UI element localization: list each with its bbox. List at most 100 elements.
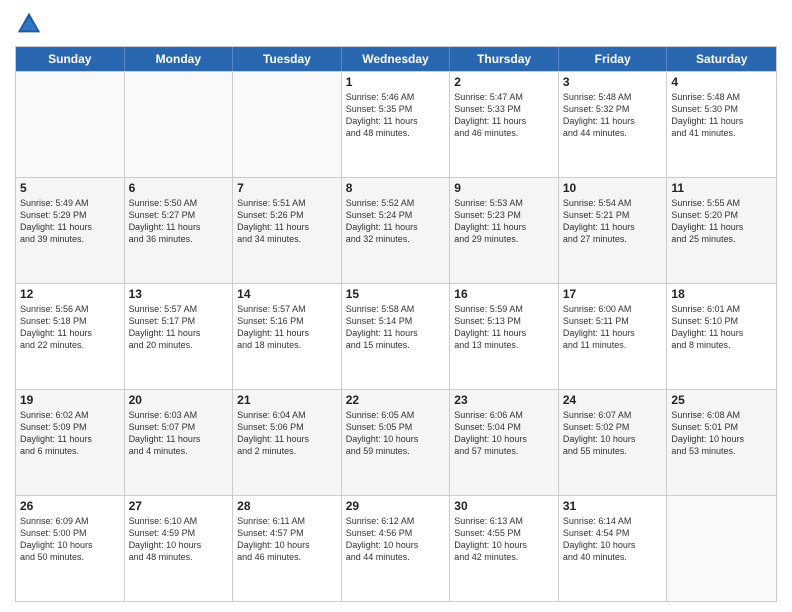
calendar-row-2: 12 Sunrise: 5:56 AM Sunset: 5:18 PM Dayli… (16, 283, 776, 389)
day-cell-15: 15 Sunrise: 5:58 AM Sunset: 5:14 PM Dayli… (342, 284, 451, 389)
day-info: Sunrise: 5:57 AM Sunset: 5:17 PM Dayligh… (129, 303, 229, 352)
day-number: 6 (129, 181, 229, 195)
day-number: 12 (20, 287, 120, 301)
day-number: 25 (671, 393, 772, 407)
day-cell-23: 23 Sunrise: 6:06 AM Sunset: 5:04 PM Dayli… (450, 390, 559, 495)
day-info: Sunrise: 6:14 AM Sunset: 4:54 PM Dayligh… (563, 515, 663, 564)
day-number: 11 (671, 181, 772, 195)
day-cell-4: 4 Sunrise: 5:48 AM Sunset: 5:30 PM Daylig… (667, 72, 776, 177)
day-cell-12: 12 Sunrise: 5:56 AM Sunset: 5:18 PM Dayli… (16, 284, 125, 389)
day-number: 30 (454, 499, 554, 513)
weekday-header-saturday: Saturday (667, 47, 776, 71)
day-number: 20 (129, 393, 229, 407)
day-number: 13 (129, 287, 229, 301)
day-cell-14: 14 Sunrise: 5:57 AM Sunset: 5:16 PM Dayli… (233, 284, 342, 389)
day-info: Sunrise: 5:47 AM Sunset: 5:33 PM Dayligh… (454, 91, 554, 140)
day-info: Sunrise: 6:12 AM Sunset: 4:56 PM Dayligh… (346, 515, 446, 564)
day-number: 15 (346, 287, 446, 301)
day-info: Sunrise: 6:13 AM Sunset: 4:55 PM Dayligh… (454, 515, 554, 564)
day-info: Sunrise: 6:06 AM Sunset: 5:04 PM Dayligh… (454, 409, 554, 458)
day-cell-31: 31 Sunrise: 6:14 AM Sunset: 4:54 PM Dayli… (559, 496, 668, 601)
day-info: Sunrise: 6:05 AM Sunset: 5:05 PM Dayligh… (346, 409, 446, 458)
calendar-row-0: 1Sunrise: 5:46 AM Sunset: 5:35 PM Daylig… (16, 71, 776, 177)
day-info: Sunrise: 5:56 AM Sunset: 5:18 PM Dayligh… (20, 303, 120, 352)
day-info: Sunrise: 6:02 AM Sunset: 5:09 PM Dayligh… (20, 409, 120, 458)
day-cell-24: 24 Sunrise: 6:07 AM Sunset: 5:02 PM Dayli… (559, 390, 668, 495)
day-number: 31 (563, 499, 663, 513)
day-cell-28: 28Sunrise: 6:11 AM Sunset: 4:57 PM Dayli… (233, 496, 342, 601)
day-info: Sunrise: 5:59 AM Sunset: 5:13 PM Dayligh… (454, 303, 554, 352)
day-cell-5: 5 Sunrise: 5:49 AM Sunset: 5:29 PM Daylig… (16, 178, 125, 283)
day-info: Sunrise: 6:10 AM Sunset: 4:59 PM Dayligh… (129, 515, 229, 564)
day-number: 24 (563, 393, 663, 407)
day-cell-11: 11Sunrise: 5:55 AM Sunset: 5:20 PM Dayli… (667, 178, 776, 283)
day-cell-10: 10 Sunrise: 5:54 AM Sunset: 5:21 PM Dayli… (559, 178, 668, 283)
weekday-header-monday: Monday (125, 47, 234, 71)
day-cell-13: 13 Sunrise: 5:57 AM Sunset: 5:17 PM Dayli… (125, 284, 234, 389)
day-number: 5 (20, 181, 120, 195)
day-cell-22: 22 Sunrise: 6:05 AM Sunset: 5:05 PM Dayli… (342, 390, 451, 495)
day-number: 7 (237, 181, 337, 195)
day-info: Sunrise: 5:46 AM Sunset: 5:35 PM Dayligh… (346, 91, 446, 140)
day-number: 19 (20, 393, 120, 407)
day-cell-19: 19 Sunrise: 6:02 AM Sunset: 5:09 PM Dayli… (16, 390, 125, 495)
day-cell-25: 25Sunrise: 6:08 AM Sunset: 5:01 PM Dayli… (667, 390, 776, 495)
calendar: SundayMondayTuesdayWednesdayThursdayFrid… (15, 46, 777, 602)
day-cell-1: 1Sunrise: 5:46 AM Sunset: 5:35 PM Daylig… (342, 72, 451, 177)
weekday-header-thursday: Thursday (450, 47, 559, 71)
weekday-header-friday: Friday (559, 47, 668, 71)
calendar-body: 1Sunrise: 5:46 AM Sunset: 5:35 PM Daylig… (16, 71, 776, 601)
day-number: 17 (563, 287, 663, 301)
day-number: 10 (563, 181, 663, 195)
day-number: 28 (237, 499, 337, 513)
logo (15, 10, 47, 38)
day-info: Sunrise: 6:03 AM Sunset: 5:07 PM Dayligh… (129, 409, 229, 458)
day-info: Sunrise: 5:58 AM Sunset: 5:14 PM Dayligh… (346, 303, 446, 352)
day-cell-29: 29 Sunrise: 6:12 AM Sunset: 4:56 PM Dayli… (342, 496, 451, 601)
weekday-header-tuesday: Tuesday (233, 47, 342, 71)
day-number: 9 (454, 181, 554, 195)
day-number: 16 (454, 287, 554, 301)
header (15, 10, 777, 38)
day-number: 4 (671, 75, 772, 89)
day-number: 18 (671, 287, 772, 301)
logo-icon (15, 10, 43, 38)
calendar-header: SundayMondayTuesdayWednesdayThursdayFrid… (16, 47, 776, 71)
weekday-header-wednesday: Wednesday (342, 47, 451, 71)
day-cell-6: 6Sunrise: 5:50 AM Sunset: 5:27 PM Daylig… (125, 178, 234, 283)
day-info: Sunrise: 5:48 AM Sunset: 5:30 PM Dayligh… (671, 91, 772, 140)
day-info: Sunrise: 6:09 AM Sunset: 5:00 PM Dayligh… (20, 515, 120, 564)
day-cell-21: 21Sunrise: 6:04 AM Sunset: 5:06 PM Dayli… (233, 390, 342, 495)
day-info: Sunrise: 6:01 AM Sunset: 5:10 PM Dayligh… (671, 303, 772, 352)
day-info: Sunrise: 5:51 AM Sunset: 5:26 PM Dayligh… (237, 197, 337, 246)
day-info: Sunrise: 6:00 AM Sunset: 5:11 PM Dayligh… (563, 303, 663, 352)
page: SundayMondayTuesdayWednesdayThursdayFrid… (0, 0, 792, 612)
day-info: Sunrise: 5:57 AM Sunset: 5:16 PM Dayligh… (237, 303, 337, 352)
day-number: 2 (454, 75, 554, 89)
empty-cell-0-2 (233, 72, 342, 177)
empty-cell-0-0 (16, 72, 125, 177)
day-number: 23 (454, 393, 554, 407)
day-info: Sunrise: 5:49 AM Sunset: 5:29 PM Dayligh… (20, 197, 120, 246)
day-cell-16: 16 Sunrise: 5:59 AM Sunset: 5:13 PM Dayli… (450, 284, 559, 389)
day-number: 14 (237, 287, 337, 301)
empty-cell-0-1 (125, 72, 234, 177)
day-cell-3: 3Sunrise: 5:48 AM Sunset: 5:32 PM Daylig… (559, 72, 668, 177)
day-info: Sunrise: 5:52 AM Sunset: 5:24 PM Dayligh… (346, 197, 446, 246)
day-info: Sunrise: 6:07 AM Sunset: 5:02 PM Dayligh… (563, 409, 663, 458)
day-cell-17: 17 Sunrise: 6:00 AM Sunset: 5:11 PM Dayli… (559, 284, 668, 389)
calendar-row-1: 5 Sunrise: 5:49 AM Sunset: 5:29 PM Daylig… (16, 177, 776, 283)
day-info: Sunrise: 6:04 AM Sunset: 5:06 PM Dayligh… (237, 409, 337, 458)
weekday-header-sunday: Sunday (16, 47, 125, 71)
day-cell-27: 27 Sunrise: 6:10 AM Sunset: 4:59 PM Dayli… (125, 496, 234, 601)
day-cell-9: 9Sunrise: 5:53 AM Sunset: 5:23 PM Daylig… (450, 178, 559, 283)
day-info: Sunrise: 5:54 AM Sunset: 5:21 PM Dayligh… (563, 197, 663, 246)
day-number: 27 (129, 499, 229, 513)
calendar-row-3: 19 Sunrise: 6:02 AM Sunset: 5:09 PM Dayli… (16, 389, 776, 495)
day-info: Sunrise: 5:48 AM Sunset: 5:32 PM Dayligh… (563, 91, 663, 140)
day-cell-8: 8Sunrise: 5:52 AM Sunset: 5:24 PM Daylig… (342, 178, 451, 283)
day-number: 29 (346, 499, 446, 513)
day-cell-20: 20 Sunrise: 6:03 AM Sunset: 5:07 PM Dayli… (125, 390, 234, 495)
empty-cell-4-6 (667, 496, 776, 601)
day-number: 22 (346, 393, 446, 407)
